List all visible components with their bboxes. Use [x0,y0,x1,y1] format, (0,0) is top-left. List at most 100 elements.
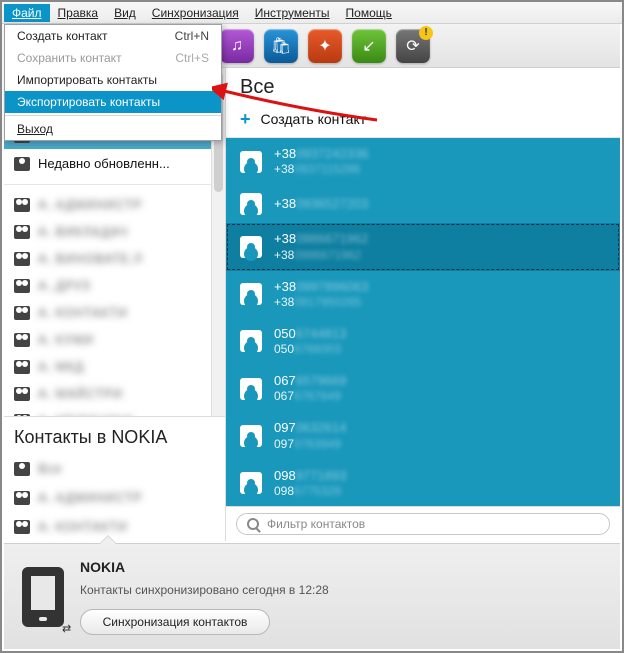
avatar-icon [240,283,262,305]
sync-contacts-button[interactable]: Синхронизация контактов [80,609,270,635]
sidebar-item-label: А. ВИКЛАДАЧ [38,224,128,239]
menu-tools[interactable]: Инструменты [247,4,338,22]
contact-numbers: +380997896063+380917950265 [274,279,368,310]
plus-icon: + [240,112,251,126]
group-icon [14,252,30,266]
sidebar-device-group[interactable]: Все [4,454,225,483]
sidebar-item[interactable]: А. АДМИНИСТР [4,191,225,218]
toolbar: ♫ 🛍 ✦ ↙ ⟳ [172,24,620,68]
main-panel: Все + Создать контакт +380937242336+3809… [226,68,620,541]
sidebar-item-label: А. АДМИНИСТР [38,490,142,505]
phone-icon [22,567,64,627]
sidebar-item[interactable]: А. КОНТАКТИ [4,299,225,326]
clock-icon [14,157,30,171]
contact-row[interactable]: 06765796690676767649 [226,365,620,412]
contact-numbers: 05067448130506766003 [274,326,346,357]
create-contact-button[interactable]: + Создать контакт [226,103,620,138]
contact-row[interactable]: 05067448130506766003 [226,318,620,365]
avatar-icon [240,193,262,215]
create-contact-label: Создать контакт [261,111,367,127]
menu-edit[interactable]: Правка [50,4,107,22]
menu-item-label: Создать контакт [17,29,108,43]
avatar-icon [240,425,262,447]
separator [4,184,225,185]
contact-row[interactable]: +380937242336+380937115286 [226,138,620,185]
sidebar-item-label: А. ДРУЗ [38,278,90,293]
sidebar-item-label: А. КОНТАКТИ [38,305,127,320]
sidebar-group-recent[interactable]: Недавно обновленн... [4,149,225,178]
device-status-bar: ⇄ NOKIA Контакты синхронизировано сегодн… [4,543,620,649]
sidebar-item[interactable]: А. МАЙСТРИ [4,380,225,407]
contact-numbers: +380986671962+380986671962 [274,231,368,262]
contact-numbers: +380937242336+380937115286 [274,146,368,177]
sidebar-item-label: А. МАЙСТРИ [38,386,123,401]
menu-file[interactable]: Файл [4,4,50,22]
search-placeholder: Фильтр контактов [267,517,365,531]
menu-item-exit[interactable]: Выход [5,118,221,140]
menu-sync[interactable]: Синхронизация [144,4,247,22]
sidebar-item-label: А. ВИНОВАТЕ.Л [38,251,143,266]
sidebar-section-title: Контакты в NOKIA [4,416,225,454]
toolbar-music-icon[interactable]: ♫ [220,29,254,63]
group-icon [14,225,30,239]
menu-item-import-contacts[interactable]: Импортировать контакты [5,69,221,91]
avatar-icon [240,330,262,352]
menu-view[interactable]: Вид [106,4,144,22]
menu-item-create-contact[interactable]: Создать контакт Ctrl+N [5,25,221,47]
menubar: Файл Правка Вид Синхронизация Инструмент… [2,2,622,24]
search-bar: Фильтр контактов [226,506,620,541]
sidebar-item[interactable]: А. ДРУЗ [4,272,225,299]
toolbar-update-icon[interactable]: ⟳ [396,29,430,63]
avatar-icon [240,151,262,173]
sidebar-item-label: Недавно обновленн... [38,156,170,171]
menu-item-label: Экспортировать контакты [17,95,160,109]
menu-item-shortcut: Ctrl+S [175,51,209,65]
contact-numbers: 09897718930986775329 [274,468,346,499]
toolbar-store-icon[interactable]: 🛍 [264,29,298,63]
contact-row[interactable]: +380936527203 [226,185,620,223]
file-menu-dropdown: Создать контакт Ctrl+N Сохранить контакт… [4,24,222,141]
menu-item-label: Импортировать контакты [17,73,157,87]
sidebar-item[interactable]: А. КУМИ [4,326,225,353]
toolbar-maps-icon[interactable]: ✦ [308,29,342,63]
device-name: NOKIA [80,559,329,575]
sidebar-item[interactable]: А. МКД [4,353,225,380]
sidebar-item-label: А. КОНТАКТИ [38,519,127,534]
avatar-icon [240,472,262,494]
menu-item-export-contacts[interactable]: Экспортировать контакты [5,91,221,113]
contact-row[interactable]: 09897718930986775329 [226,460,620,507]
menu-item-shortcut: Ctrl+N [175,29,209,43]
contact-numbers: 09706326140970763949 [274,420,346,451]
group-icon [14,360,30,374]
device-status-text: Контакты синхронизировано сегодня в 12:2… [80,583,329,597]
group-icon [14,306,30,320]
contact-row[interactable]: +380997896063+380917950265 [226,271,620,318]
group-icon [14,491,30,505]
contact-numbers: +380936527203 [274,196,368,212]
sidebar-item[interactable]: А. ВИКЛАДАЧ [4,218,225,245]
avatar-icon [240,236,262,258]
sidebar-item-label: Все [38,461,62,476]
toolbar-game-icon[interactable]: ↙ [352,29,386,63]
sidebar-item-label: А. АДМИНИСТР [38,197,142,212]
group-icon [14,198,30,212]
menu-item-label: Сохранить контакт [17,51,122,65]
group-icon [14,520,30,534]
usb-icon: ⇄ [62,622,71,635]
group-icon [14,387,30,401]
contact-row[interactable]: +380986671962+380986671962 [226,223,620,270]
menu-item-save-contact: Сохранить контакт Ctrl+S [5,47,221,69]
group-icon [14,333,30,347]
person-icon [14,462,30,476]
sidebar-device-group[interactable]: А. АДМИНИСТР [4,483,225,512]
menu-help[interactable]: Помощь [338,4,400,22]
sidebar-item[interactable]: А. ВИНОВАТЕ.Л [4,245,225,272]
menu-item-label: Выход [17,122,53,136]
contact-row[interactable]: 09706326140970763949 [226,412,620,459]
search-input[interactable]: Фильтр контактов [236,513,610,535]
contacts-list[interactable]: +380937242336+380937115286 +380936527203 +… [226,138,620,506]
sidebar-item-label: А. КУМИ [38,332,94,347]
group-icon [14,279,30,293]
sidebar-item-label: А. МКД [38,359,84,374]
menu-separator [5,115,221,116]
